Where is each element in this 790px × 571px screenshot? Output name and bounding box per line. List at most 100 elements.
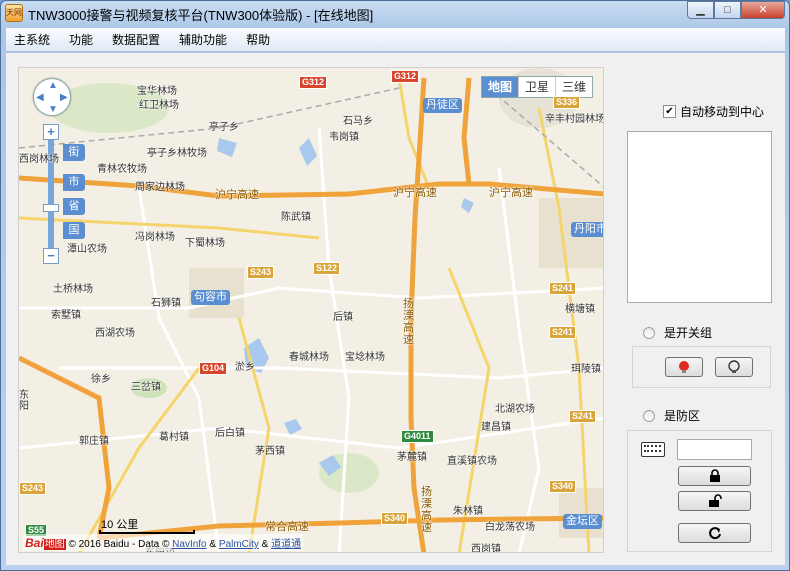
map-road-shield: G104 (199, 362, 228, 375)
online-map[interactable]: ▲ ▼ ◀ ▶ + − 街 市 省 国 地图 卫星 三维 丹徒区 丹阳市 句容市… (18, 67, 604, 553)
map-place-label: 索墅镇 (51, 310, 81, 321)
pan-down-icon[interactable]: ▼ (48, 104, 58, 115)
disarm-button[interactable] (678, 491, 751, 511)
baidu-logo-suffix[interactable]: 地图 (43, 539, 66, 550)
menu-help[interactable]: 帮助 (246, 31, 270, 48)
map-road-shield: S340 (549, 480, 577, 493)
main-window: 天网 TNW3000接警与视频复核平台(TNW300体验版) - [在线地图] … (0, 0, 790, 571)
map-place-label: 后镇 (333, 312, 353, 323)
map-place-label: 潭山农场 (67, 244, 107, 255)
map-road-shield: G312 (299, 76, 328, 89)
map-place-label: 朱林镇 (453, 506, 483, 517)
map-highway-label: 扬溧高速 (421, 486, 432, 534)
bulb-outline-icon (728, 360, 740, 373)
map-road-shield: S340 (381, 512, 409, 525)
maximize-button[interactable]: □ (714, 1, 741, 19)
title-bar[interactable]: 天网 TNW3000接警与视频复核平台(TNW300体验版) - [在线地图] … (1, 1, 789, 27)
menu-bar: 主系统 功能 数据配置 辅助功能 帮助 (6, 28, 785, 52)
map-highway-label: 沪宁高速 (215, 189, 259, 201)
keyboard-icon[interactable] (641, 442, 665, 457)
map-place-label: 茅西镇 (255, 446, 285, 457)
light-off-button[interactable] (715, 357, 753, 377)
map-place-label: 建昌镇 (481, 422, 511, 433)
map-place-label: 青林农牧场 (97, 164, 147, 175)
alarm-light-button[interactable] (665, 357, 703, 377)
map-highway-label: 扬溧高速 (403, 298, 414, 346)
daodaotong-link[interactable]: 道道通 (271, 539, 301, 550)
map-road-shield: S241 (569, 410, 597, 423)
red-bulb-icon (679, 361, 689, 373)
map-place-label: 后白镇 (215, 428, 245, 439)
menu-functions[interactable]: 功能 (69, 31, 93, 48)
zoom-level-province[interactable]: 省 (63, 198, 85, 215)
unlock-icon (708, 494, 722, 507)
map-type-satellite-button[interactable]: 卫星 (517, 77, 555, 97)
map-road-shield: S241 (549, 282, 577, 295)
zoom-level-city[interactable]: 市 (63, 174, 85, 191)
map-place-label: 西湖农场 (95, 328, 135, 339)
refresh-button[interactable] (678, 523, 751, 543)
close-button[interactable]: ✕ (741, 1, 785, 19)
map-place-label: 韦岗镇 (329, 132, 359, 143)
map-place-label: 葛村镇 (159, 432, 189, 443)
switch-group-option[interactable]: 是开关组 (643, 324, 712, 341)
device-list[interactable] (627, 131, 772, 303)
map-type-map-button[interactable]: 地图 (481, 77, 518, 97)
map-road-shield: S243 (247, 266, 275, 279)
map-place-label: 石马乡 (343, 116, 373, 127)
map-place-label: 周家边林场 (135, 182, 185, 193)
zoom-slider-handle[interactable] (43, 204, 59, 212)
map-place-label: 西岗镇 (471, 544, 501, 553)
minimize-button[interactable]: ▁ (687, 1, 714, 19)
window-controls: ▁ □ ✕ (687, 1, 785, 19)
switch-group-panel (632, 346, 771, 388)
zoom-level-street[interactable]: 街 (63, 144, 85, 161)
zoom-out-button[interactable]: − (43, 248, 59, 264)
copyright-text: © 2016 Baidu - Data © (68, 539, 170, 550)
map-place-label: 宝埝林场 (345, 352, 385, 363)
map-place-label: 辛丰村园林场 (545, 114, 604, 125)
map-type-switch: 地图 卫星 三维 (480, 76, 593, 98)
map-place-label: 淤乡 (235, 362, 255, 373)
pan-up-icon[interactable]: ▲ (48, 80, 58, 91)
pan-left-icon[interactable]: ◀ (36, 92, 44, 103)
map-place-label: 北湖农场 (495, 404, 535, 415)
map-road-shield: G312 (391, 70, 420, 83)
auto-center-option[interactable]: ✔ 自动移动到中心 (663, 103, 764, 120)
map-place-label: 横塘镇 (565, 304, 595, 315)
palmcity-link[interactable]: PalmCity (219, 539, 259, 550)
menu-main-system[interactable]: 主系统 (14, 31, 50, 48)
pan-right-icon[interactable]: ▶ (60, 92, 68, 103)
navinfo-link[interactable]: NavInfo (172, 539, 206, 550)
map-town-label: 丹徒区 (423, 98, 462, 113)
defense-zone-radio[interactable] (643, 409, 655, 422)
map-place-label: 郭庄镇 (79, 436, 109, 447)
map-pan-control[interactable]: ▲ ▼ ◀ ▶ (33, 78, 71, 116)
defense-zone-label: 是防区 (664, 409, 701, 423)
zoom-level-country[interactable]: 国 (63, 222, 85, 239)
switch-group-radio[interactable] (643, 326, 655, 339)
password-input[interactable] (677, 439, 752, 460)
zoom-control: + − (43, 124, 59, 264)
map-type-3d-button[interactable]: 三维 (554, 77, 592, 97)
zoom-in-button[interactable]: + (43, 124, 59, 140)
menu-data-config[interactable]: 数据配置 (112, 31, 160, 48)
app-icon: 天网 (5, 4, 23, 22)
map-road-shield: S243 (19, 482, 47, 495)
defense-zone-option[interactable]: 是防区 (643, 407, 700, 424)
map-place-label: 红卫林场 (139, 100, 179, 111)
baidu-logo[interactable]: Bai (25, 536, 44, 550)
map-place-label: 石狮镇 (151, 298, 181, 309)
map-place-label: 下蜀林场 (185, 238, 225, 249)
map-town-label: 金坛区 (563, 514, 602, 529)
map-place-label: 宝华林场 (137, 86, 177, 97)
defense-zone-panel (627, 430, 772, 552)
auto-center-checkbox[interactable]: ✔ (663, 105, 676, 118)
map-copyright: Bai地图 © 2016 Baidu - Data © NavInfo & Pa… (23, 534, 304, 551)
menu-aux-functions[interactable]: 辅助功能 (179, 31, 227, 48)
map-place-label: 直溪镇农场 (447, 456, 497, 467)
map-highway-label: 沪宁高速 (489, 187, 533, 199)
map-place-label: 亭子乡 (209, 122, 239, 133)
arm-button[interactable] (678, 466, 751, 486)
map-place-label: 徐乡 (91, 374, 111, 385)
